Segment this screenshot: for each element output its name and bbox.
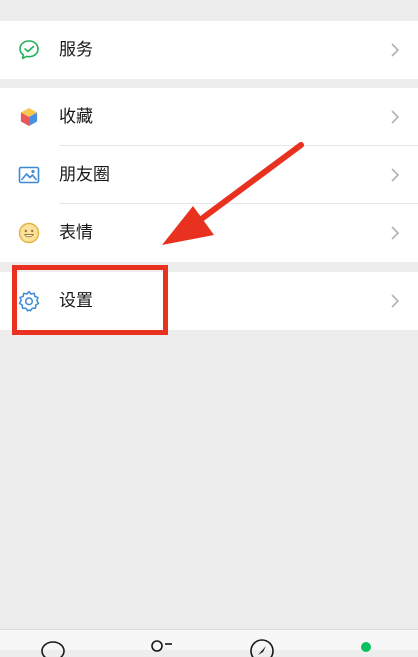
menu-item-services[interactable]: 服务: [0, 21, 418, 79]
me-tab-icon[interactable]: [352, 637, 380, 657]
menu-item-moments[interactable]: 朋友圈: [0, 146, 418, 204]
stickers-icon: [18, 222, 40, 244]
moments-icon: [18, 166, 40, 184]
menu-group-content: 收藏 朋友圈 表情: [0, 88, 418, 262]
chevron-right-icon: [391, 168, 400, 182]
chats-tab-icon[interactable]: [39, 637, 67, 657]
annotation-highlight-box: [12, 265, 168, 335]
menu-group-services: 服务: [0, 21, 418, 79]
discover-tab-icon[interactable]: [248, 637, 276, 657]
services-icon: [19, 40, 39, 60]
menu-item-stickers[interactable]: 表情: [0, 204, 418, 262]
favorites-icon: [20, 107, 38, 127]
chevron-right-icon: [391, 43, 400, 57]
menu-item-favorites[interactable]: 收藏: [0, 88, 418, 146]
contacts-tab-icon[interactable]: [146, 637, 174, 657]
chevron-right-icon: [391, 110, 400, 124]
menu-item-services-label: 服务: [59, 39, 93, 60]
bottom-tab-bar: [0, 629, 418, 657]
menu-item-moments-label: 朋友圈: [59, 164, 110, 185]
menu-item-stickers-label: 表情: [59, 222, 93, 243]
chevron-right-icon: [391, 294, 400, 308]
chevron-right-icon: [391, 226, 400, 240]
menu-item-favorites-label: 收藏: [59, 106, 93, 127]
